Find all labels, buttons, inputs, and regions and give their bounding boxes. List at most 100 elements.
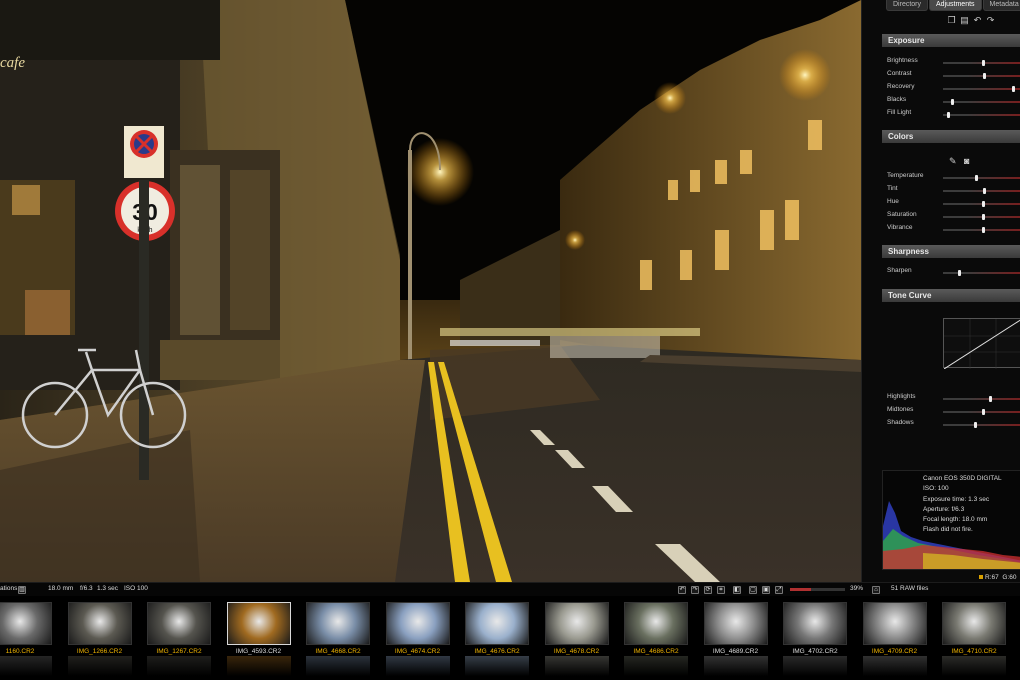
filmstrip-thumbnail[interactable]	[544, 602, 609, 645]
filmstrip-thumbnail[interactable]	[0, 602, 52, 645]
slider-knob[interactable]	[981, 214, 985, 220]
slider-track[interactable]	[943, 73, 1020, 79]
slider-knob[interactable]	[981, 60, 985, 66]
slider-highlights[interactable]: Highlights	[887, 392, 1020, 404]
toolbar-left-label[interactable]: ations	[0, 585, 17, 592]
exif-exposure: Exposure time: 1.3 sec	[923, 495, 990, 503]
filmstrip-thumbnail[interactable]	[703, 602, 768, 645]
fullscreen-icon[interactable]: ⤢	[775, 586, 783, 594]
slider-track[interactable]	[943, 112, 1020, 118]
filmstrip-thumbnail[interactable]	[942, 602, 1006, 645]
zoom-100-icon[interactable]: ▣	[762, 586, 770, 594]
filmstrip-reflection	[624, 656, 688, 676]
rotate-right-icon[interactable]: ↷	[691, 586, 699, 594]
filmstrip-thumbnail[interactable]	[147, 602, 211, 645]
slider-label: Contrast	[887, 70, 912, 77]
trash-icon[interactable]: ▥	[18, 586, 26, 594]
slider-fill-light[interactable]: Fill Light	[887, 108, 1020, 120]
slider-hue[interactable]: Hue	[887, 197, 1020, 209]
compare-icon[interactable]: ◧	[733, 586, 741, 594]
filmstrip-thumbnail[interactable]	[624, 602, 688, 645]
filmstrip-thumbnail[interactable]	[306, 602, 370, 645]
tab-directory[interactable]: Directory	[886, 0, 929, 11]
copy-icon[interactable]: ❐	[947, 16, 956, 25]
filmstrip-thumbnail[interactable]	[226, 602, 291, 645]
undo-icon[interactable]: ↶	[973, 16, 982, 25]
slider-knob[interactable]	[981, 227, 985, 233]
filmstrip-reflection	[67, 656, 132, 676]
section-header-sharpness[interactable]: Sharpness	[882, 245, 1020, 258]
slider-track[interactable]	[943, 214, 1020, 220]
slider-knob[interactable]	[989, 396, 993, 402]
slider-knob[interactable]	[950, 99, 954, 105]
slider-track[interactable]	[943, 175, 1020, 181]
slider-knob[interactable]	[983, 73, 987, 79]
slider-track[interactable]	[943, 188, 1020, 194]
slider-label: Saturation	[887, 211, 917, 218]
filmstrip-thumbnail-label: IMG_4676.CR2	[474, 648, 520, 655]
slider-track[interactable]	[943, 99, 1020, 105]
slider-tint[interactable]: Tint	[887, 184, 1020, 196]
filter-icon[interactable]: ⌂	[872, 586, 880, 594]
filmstrip-reflection	[226, 656, 291, 676]
zoom-slider[interactable]	[790, 588, 845, 591]
filmstrip-reflection	[385, 656, 450, 676]
filmstrip-thumbnail[interactable]	[862, 602, 927, 645]
tab-metadata[interactable]: Metadata	[982, 0, 1020, 11]
slider-label: Midtones	[887, 406, 914, 413]
exif-flash: Flash did not fire.	[923, 526, 973, 534]
tab-adjustments[interactable]: Adjustments	[929, 0, 982, 11]
slider-track[interactable]	[943, 409, 1020, 415]
slider-contrast[interactable]: Contrast	[887, 69, 1020, 81]
main-photo-viewer[interactable]: cafe	[0, 0, 861, 582]
pixel-readout-g: G:60	[1002, 574, 1017, 581]
slider-knob[interactable]	[983, 188, 987, 194]
crop-icon[interactable]: ⌗	[717, 586, 725, 594]
redo-icon[interactable]: ↷	[986, 16, 995, 25]
slider-knob[interactable]	[973, 422, 977, 428]
slider-knob[interactable]	[981, 409, 985, 415]
slider-temperature[interactable]: Temperature	[887, 171, 1020, 183]
filmstrip-thumbnail-label: IMG_4668.CR2	[315, 648, 361, 655]
slider-vibrance[interactable]: Vibrance	[887, 223, 1020, 235]
slider-knob[interactable]	[975, 175, 979, 181]
eyedropper-icon[interactable]: ✎	[949, 156, 957, 167]
filmstrip-thumbnail[interactable]	[385, 602, 450, 645]
rotate-left-icon[interactable]: ↶	[678, 586, 686, 594]
slider-midtones[interactable]: Midtones	[887, 405, 1020, 417]
filmstrip[interactable]: 1160.CR2 IMG_1266.CR2 IMG_1267.CR2 IMG_4593…	[0, 596, 1020, 680]
slider-saturation[interactable]: Saturation	[887, 210, 1020, 222]
filmstrip-thumbnail[interactable]	[465, 602, 529, 645]
filmstrip-thumbnail[interactable]	[67, 602, 132, 645]
refresh-icon[interactable]: ⟳	[704, 586, 712, 594]
slider-recovery[interactable]: Recovery	[887, 82, 1020, 94]
slider-track[interactable]	[943, 86, 1020, 92]
slider-sharpen[interactable]: Sharpen	[887, 266, 1020, 278]
slider-track[interactable]	[943, 201, 1020, 207]
slider-knob[interactable]	[1012, 86, 1016, 92]
tone-curve-graph[interactable]	[943, 318, 1020, 370]
slider-knob[interactable]	[981, 201, 985, 207]
slider-label: Fill Light	[887, 109, 912, 116]
slider-track[interactable]	[943, 396, 1020, 402]
cafe-sign-text: cafe	[0, 55, 25, 71]
slider-track[interactable]	[943, 227, 1020, 233]
slider-knob[interactable]	[946, 112, 950, 118]
slider-track[interactable]	[943, 422, 1020, 428]
section-header-colors[interactable]: Colors	[882, 130, 1020, 143]
slider-blacks[interactable]: Blacks	[887, 95, 1020, 107]
slider-knob[interactable]	[958, 270, 962, 276]
zoom-fit-icon[interactable]: ▢	[749, 586, 757, 594]
slider-brightness[interactable]: Brightness	[887, 56, 1020, 68]
camera-icon[interactable]: ◙	[964, 156, 969, 166]
filmstrip-reflection	[703, 656, 768, 676]
paste-icon[interactable]: ▤	[960, 16, 969, 25]
section-header-tone-curve[interactable]: Tone Curve	[882, 289, 1020, 302]
slider-track[interactable]	[943, 60, 1020, 66]
zoom-slider-fill	[790, 588, 812, 591]
filmstrip-thumbnail[interactable]	[783, 602, 847, 645]
slider-track[interactable]	[943, 270, 1020, 276]
slider-shadows[interactable]: Shadows	[887, 418, 1020, 430]
slider-label: Shadows	[887, 419, 914, 426]
section-header-exposure[interactable]: Exposure	[882, 34, 1020, 47]
